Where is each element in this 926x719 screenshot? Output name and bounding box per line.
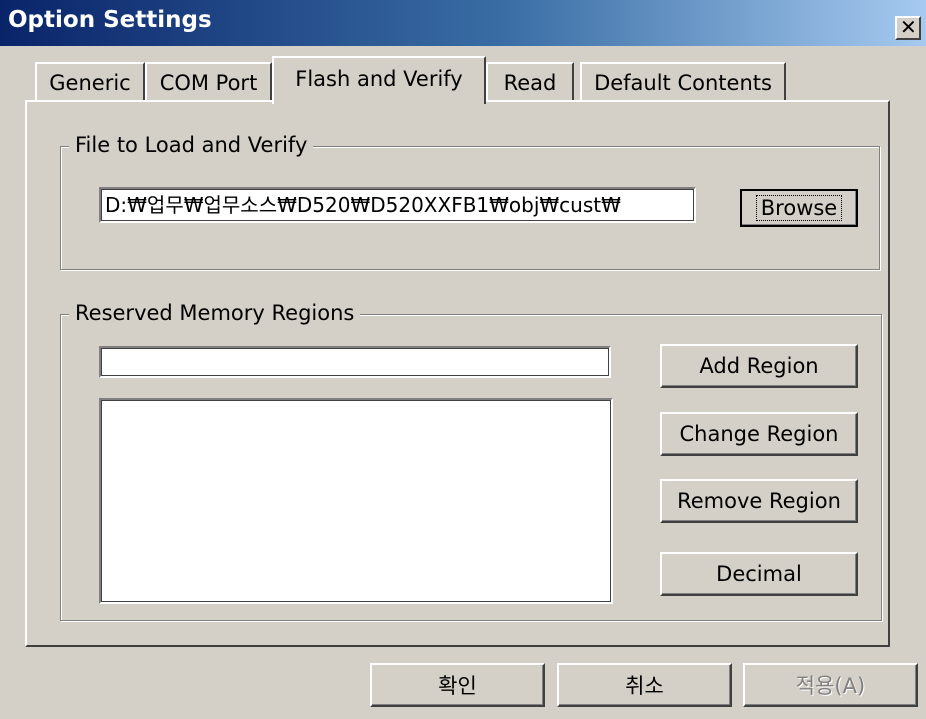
title-bar: Option Settings ✕ <box>0 0 926 46</box>
apply-button[interactable]: 적용(A) <box>743 663 918 707</box>
tab-read[interactable]: Read <box>486 62 574 100</box>
decimal-button[interactable]: Decimal <box>660 552 858 596</box>
close-icon: ✕ <box>900 15 917 39</box>
regions-listbox[interactable] <box>99 398 613 604</box>
tab-panel: File to Load and Verify D:₩업무₩업무소스₩D520₩… <box>25 100 890 647</box>
change-region-button[interactable]: Change Region <box>660 412 858 456</box>
reserved-group-title: Reserved Memory Regions <box>69 300 361 326</box>
ok-button[interactable]: 확인 <box>370 663 545 707</box>
browse-label: Browse <box>755 195 843 221</box>
file-group-title: File to Load and Verify <box>69 132 314 158</box>
add-region-button[interactable]: Add Region <box>660 344 858 388</box>
file-path-field[interactable]: D:₩업무₩업무소스₩D520₩D520XXFB1₩obj₩cust₩ <box>99 187 696 223</box>
cancel-button[interactable]: 취소 <box>557 663 732 707</box>
reserved-memory-groupbox: Reserved Memory Regions Add Region Chang… <box>60 300 882 621</box>
remove-region-label: Remove Region <box>677 489 841 513</box>
tab-generic[interactable]: Generic <box>35 62 145 100</box>
remove-region-button[interactable]: Remove Region <box>660 479 858 523</box>
region-input[interactable] <box>99 346 611 378</box>
change-region-label: Change Region <box>679 422 839 446</box>
decimal-label: Decimal <box>716 562 802 586</box>
add-region-label: Add Region <box>699 354 819 378</box>
tab-default-contents[interactable]: Default Contents <box>580 62 786 100</box>
browse-button[interactable]: Browse <box>740 189 858 227</box>
tab-flash-and-verify[interactable]: Flash and Verify <box>272 56 486 104</box>
apply-label: 적용(A) <box>795 674 866 698</box>
file-groupbox: File to Load and Verify D:₩업무₩업무소스₩D520₩… <box>60 132 880 270</box>
window-title: Option Settings <box>8 7 212 33</box>
tab-com-port[interactable]: COM Port <box>145 62 272 100</box>
cancel-label: 취소 <box>625 674 664 698</box>
close-button[interactable]: ✕ <box>895 15 921 40</box>
ok-label: 확인 <box>438 674 477 698</box>
